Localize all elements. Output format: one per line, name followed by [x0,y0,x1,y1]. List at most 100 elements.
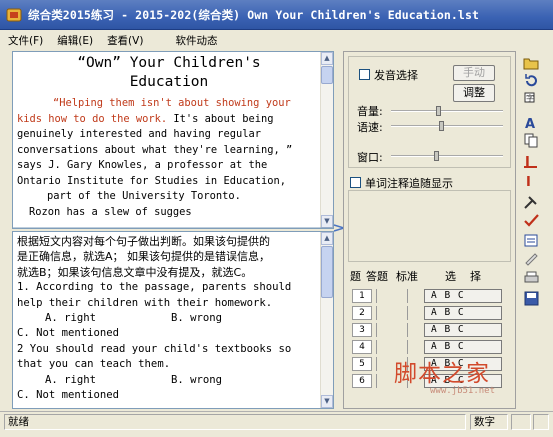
watermark-text: 脚本之家 [394,361,490,387]
slider-knob[interactable] [439,121,444,131]
answer-row: 3 A B C [352,322,506,337]
answer-row-number[interactable]: 3 [352,322,372,337]
questions-pane[interactable]: 根据短文内容对每个句子做出判断。如果该句提供的 是正确信息，就选A； 如果该句提… [12,231,334,409]
voice-group: 发音选择 手动 调整 音量: 语速: 窗口: [348,56,511,168]
save-icon[interactable] [523,291,540,306]
passage-pane[interactable]: “Own” Your Children's Education “Helping… [12,51,334,229]
question-stem: that you can teach them. [17,358,171,371]
answer-mark-cell [372,322,410,337]
option-a[interactable]: A. right [45,311,171,326]
edit-icon[interactable] [523,251,540,266]
follow-display-label: 单词注释追随显示 [365,177,453,190]
pointer-icon[interactable] [523,195,540,210]
open-folder-icon[interactable] [523,55,540,70]
header-num: 题 [350,270,361,283]
copy-icon[interactable] [523,133,540,148]
volume-label: 音量: [357,105,383,118]
slider-track [391,125,503,127]
slider-knob[interactable] [436,106,441,116]
app-icon [6,8,22,21]
menu-file[interactable]: 文件(F) [8,33,43,48]
option-b[interactable]: B. wrong [171,373,222,388]
answer-row: 2 A B C [352,305,506,320]
right-toolbar: 字 A I I [520,53,546,313]
adjust-button[interactable]: 调整 [453,84,495,102]
speed-slider[interactable] [391,120,503,132]
text-mark-icon[interactable]: I [523,173,540,188]
answer-row-number[interactable]: 6 [352,373,372,388]
checkbox-icon [359,69,370,80]
volume-slider[interactable] [391,105,503,117]
status-empty-1 [511,414,531,430]
passage-line: conversations about what they're learnin… [17,143,293,156]
questions-scrollbar[interactable]: ▲ ▼ [320,232,333,408]
option-c[interactable]: C. Not mentioned [17,388,321,403]
answer-row-number[interactable]: 5 [352,356,372,371]
question-stem: 1. According to the passage, parents sho… [17,281,292,294]
instruction-line: 就选B；如果该句信息文章中没有提及，就选C。 [17,265,253,279]
refresh-icon[interactable] [523,73,540,88]
status-text: 就绪 [4,414,466,430]
passage-line: part of the University Toronto. [47,190,241,202]
instruction-line: 根据短文内容对每个句子做出判断。如果该句提供的 [17,235,270,248]
svg-text:I: I [526,175,531,188]
question-options: A. right B. wrong [17,311,321,326]
passage-line: Rozon has a slew of sugges [29,205,192,218]
status-bar: 就绪 数字 [0,411,553,437]
scroll-down-icon[interactable]: ▼ [321,395,333,408]
slider-knob[interactable] [434,151,439,161]
print-icon[interactable] [523,271,540,286]
option-c[interactable]: C. Not mentioned [17,326,321,341]
answer-row-number[interactable]: 1 [352,288,372,303]
passage-title-line1: “Own” Your Children's [77,55,261,71]
slider-track [391,155,503,157]
font-a-icon[interactable]: A [523,115,540,130]
window-title: 综合类2015练习 - 2015-202(综合类) Own Your Child… [28,7,480,22]
voice-select-label: 发音选择 [374,69,418,82]
speed-label: 语速: [357,121,383,134]
follow-display-checkbox[interactable]: 单词注释追随显示 [350,175,453,191]
manual-button[interactable]: 手动 [453,65,495,81]
answer-choice-buttons[interactable]: A B C [424,322,502,337]
annotation-area [348,190,511,262]
answer-choice-buttons[interactable]: A B C [424,288,502,303]
answer-row: 4 A B C [352,339,506,354]
option-b[interactable]: B. wrong [171,311,222,326]
scroll-thumb[interactable] [321,246,333,298]
window-label: 窗口: [357,151,383,164]
passage-line: “Helping them isn't about showing your [17,96,321,112]
menu-software-news[interactable]: 软件动态 [175,33,217,48]
answer-sheet-header: 题 答题 标准 选 择 [350,268,510,284]
checkmark-icon[interactable] [523,213,540,228]
answer-row-number[interactable]: 2 [352,305,372,320]
instruction-line: 是正确信息，就选A； 如果该句提供的是错误信息， [17,250,271,264]
list-icon[interactable] [523,233,540,248]
question-stem: 2 You should read your child's textbooks… [17,342,292,355]
scroll-up-icon[interactable]: ▲ [321,232,333,245]
status-mode: 数字 [470,414,508,430]
menu-edit[interactable]: 编辑(E) [57,33,93,48]
answer-choice-buttons[interactable]: A B C [424,339,502,354]
menu-view[interactable]: 查看(V) [107,33,143,48]
scroll-thumb[interactable] [321,66,333,84]
voice-select-checkbox[interactable]: 发音选择 [359,67,418,83]
translate-icon[interactable]: 字 [523,91,540,106]
answer-mark-cell [372,305,410,320]
checkbox-icon [350,177,361,188]
question-stem: help their children with their homework. [17,296,273,309]
passage-line: says J. Gary Knowles, a professor at the [17,159,268,171]
option-a[interactable]: A. right [45,373,171,388]
passage-scrollbar[interactable]: ▲ ▼ [320,52,333,228]
questions-text: 根据短文内容对每个句子做出判断。如果该句提供的 是正确信息，就选A； 如果该句提… [17,234,321,403]
site-watermark: 脚本之家 www.jb51.net [380,354,520,402]
scroll-up-icon[interactable]: ▲ [321,52,333,65]
passage-title-line2: Education [129,74,209,90]
answer-row-number[interactable]: 4 [352,339,372,354]
answer-choice-buttons[interactable]: A B C [424,305,502,320]
passage-text: “Own” Your Children's Education “Helping… [17,54,321,220]
header-choice: 选 择 [445,270,481,283]
menu-bar: 文件(F) 编辑(E) 查看(V) 软件动态 [0,31,553,49]
passage-line: Ontario Institute for Studies in Educati… [17,174,286,187]
text-mark-red-icon[interactable]: I [523,153,540,168]
window-slider[interactable] [391,150,503,162]
